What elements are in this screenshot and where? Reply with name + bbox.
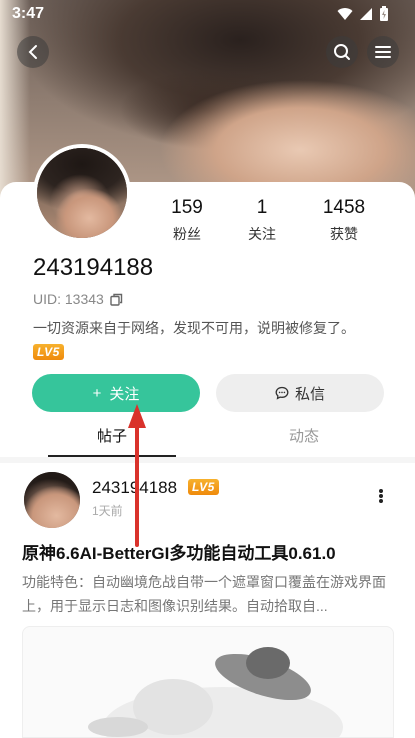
stat-following[interactable]: 1 关注 — [222, 197, 302, 244]
message-label: 私信 — [294, 385, 325, 403]
more-vertical-icon[interactable] — [372, 486, 390, 506]
level-badge: LV5 — [33, 344, 64, 360]
post-timestamp: 1天前 — [92, 504, 123, 518]
chat-bubble-icon — [275, 386, 289, 400]
tab-posts[interactable]: 帖子 — [62, 425, 162, 446]
search-icon — [334, 44, 350, 60]
signal-icon — [360, 8, 372, 20]
uid-row: UID: 13343 — [33, 291, 123, 307]
search-button[interactable] — [326, 36, 358, 68]
battery-icon — [380, 6, 388, 21]
profile-username: 243194188 — [33, 254, 154, 281]
post-level-badge: LV5 — [188, 479, 219, 495]
profile-bio: 一切资源来自于网络，发现不可用，说明被修复了。 — [33, 320, 355, 336]
chevron-left-icon — [28, 45, 37, 59]
plus-icon: + — [92, 384, 102, 402]
uid-text: UID: 13343 — [33, 291, 104, 307]
wifi-icon — [337, 8, 353, 20]
stat-value: 159 — [171, 197, 203, 218]
stat-followers[interactable]: 159 粉丝 — [147, 197, 227, 244]
image-placeholder-illustration — [88, 647, 343, 737]
menu-button[interactable] — [367, 36, 399, 68]
post-title[interactable]: 原神6.6AI-BetterGI多功能自动工具0.61.0 — [22, 539, 336, 564]
stat-label: 关注 — [248, 226, 276, 242]
status-bar: 3:47 — [0, 0, 415, 28]
status-time: 3:47 — [12, 5, 45, 22]
stat-label: 获赞 — [330, 226, 358, 242]
stat-value: 1458 — [322, 197, 366, 218]
avatar-photo — [24, 472, 80, 528]
section-divider — [0, 457, 415, 463]
profile-avatar[interactable] — [33, 144, 131, 242]
stat-value: 1 — [256, 197, 268, 218]
menu-icon — [375, 46, 391, 58]
follow-label: 关注 — [109, 385, 140, 403]
post-author-avatar[interactable] — [24, 472, 80, 528]
stat-label: 粉丝 — [173, 226, 201, 242]
copy-icon[interactable] — [110, 293, 123, 306]
follow-button[interactable]: + 关注 — [32, 374, 200, 412]
message-button[interactable]: 私信 — [216, 374, 384, 412]
avatar-photo — [37, 148, 127, 238]
status-icons — [337, 6, 389, 22]
profile-tabs: 帖子 动态 — [0, 421, 415, 458]
post-author-name[interactable]: 243194188 — [92, 478, 177, 498]
tab-activity[interactable]: 动态 — [254, 425, 354, 446]
stat-likes[interactable]: 1458 获赞 — [304, 197, 384, 244]
back-button[interactable] — [17, 36, 49, 68]
post-image[interactable] — [22, 626, 394, 738]
post-excerpt[interactable]: 功能特色：自动幽境危战自带一个遮罩窗口覆盖在游戏界面上，用于显示日志和图像识别结… — [22, 570, 394, 618]
